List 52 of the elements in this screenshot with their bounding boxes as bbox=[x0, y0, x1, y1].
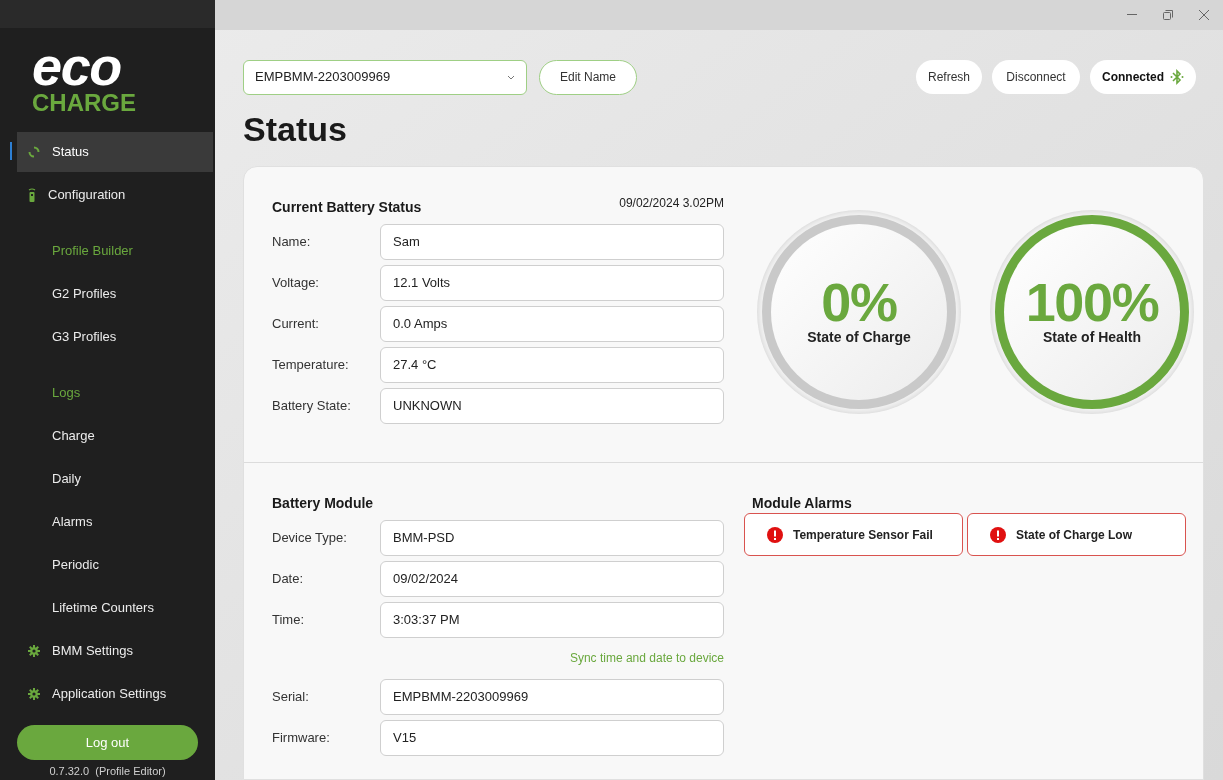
section-heading: Logs bbox=[52, 384, 81, 403]
field-label: Time: bbox=[272, 610, 306, 629]
bluetooth-icon bbox=[1170, 69, 1184, 85]
text-field[interactable]: 3:03:37 PM bbox=[380, 601, 724, 638]
field-label: Current: bbox=[272, 314, 320, 333]
alert-icon bbox=[990, 526, 1006, 543]
alarm-text: State of Charge Low bbox=[1016, 526, 1132, 544]
text-field[interactable]: 0.0 Amps bbox=[380, 305, 724, 342]
field-label: Voltage: bbox=[272, 273, 320, 292]
disconnect-button[interactable]: Disconnect bbox=[992, 60, 1080, 94]
section-heading: Profile Builder bbox=[52, 242, 133, 261]
refresh-icon bbox=[28, 145, 40, 158]
gauge-label: State of Charge bbox=[807, 327, 911, 347]
minimize-icon[interactable] bbox=[1127, 14, 1137, 16]
field-label: Serial: bbox=[272, 687, 310, 706]
field-label: Device Type: bbox=[272, 528, 348, 547]
gauge-label: State of Health bbox=[1043, 327, 1141, 347]
gauge-value: 0% bbox=[821, 276, 897, 327]
text-field[interactable]: Sam bbox=[380, 223, 724, 260]
alert-icon bbox=[767, 526, 783, 543]
text-field[interactable]: BMM-PSD bbox=[380, 519, 724, 556]
text-field[interactable]: 12.1 Volts bbox=[380, 264, 724, 301]
restore-icon[interactable] bbox=[1163, 10, 1173, 20]
field-label: Name: bbox=[272, 232, 312, 251]
gear-icon bbox=[28, 644, 40, 657]
text-field[interactable]: 27.4 °C bbox=[380, 346, 724, 383]
text-field[interactable]: 09/02/2024 bbox=[380, 560, 724, 597]
sidebar-item[interactable]: Status bbox=[17, 131, 213, 172]
device-dropdown[interactable]: EMPBMM-2203009969 bbox=[243, 59, 527, 95]
logo: eco CHARGE bbox=[32, 42, 137, 119]
edit-name-button[interactable]: Edit Name bbox=[539, 59, 637, 95]
section-title: Module Alarms bbox=[752, 494, 853, 513]
version-text: 0.7.32.0 (Profile Editor) bbox=[48, 764, 167, 780]
field-label: Firmware: bbox=[272, 728, 331, 747]
text-field[interactable]: V15 bbox=[380, 719, 724, 756]
close-icon[interactable] bbox=[1199, 10, 1209, 20]
field-label: Battery State: bbox=[272, 396, 352, 415]
gauge-value: 100% bbox=[1025, 276, 1159, 327]
section-title: Current Battery Status bbox=[272, 197, 422, 217]
gear-icon bbox=[28, 687, 40, 700]
field-label: Date: bbox=[272, 569, 305, 588]
timestamp: 09/02/2024 3.02PM bbox=[619, 195, 724, 212]
section-title: Battery Module bbox=[272, 494, 375, 513]
connection-status: Connected bbox=[1090, 60, 1196, 94]
text-field[interactable]: UNKNOWN bbox=[380, 387, 724, 424]
chevron-down-icon bbox=[507, 74, 515, 80]
remote-icon bbox=[28, 187, 36, 202]
field-label: Temperature: bbox=[272, 355, 350, 374]
page-title: Status bbox=[243, 109, 348, 149]
refresh-button[interactable]: Refresh bbox=[916, 60, 982, 94]
alarm-text: Temperature Sensor Fail bbox=[793, 526, 933, 544]
text-field[interactable]: EMPBMM-2203009969 bbox=[380, 678, 724, 715]
